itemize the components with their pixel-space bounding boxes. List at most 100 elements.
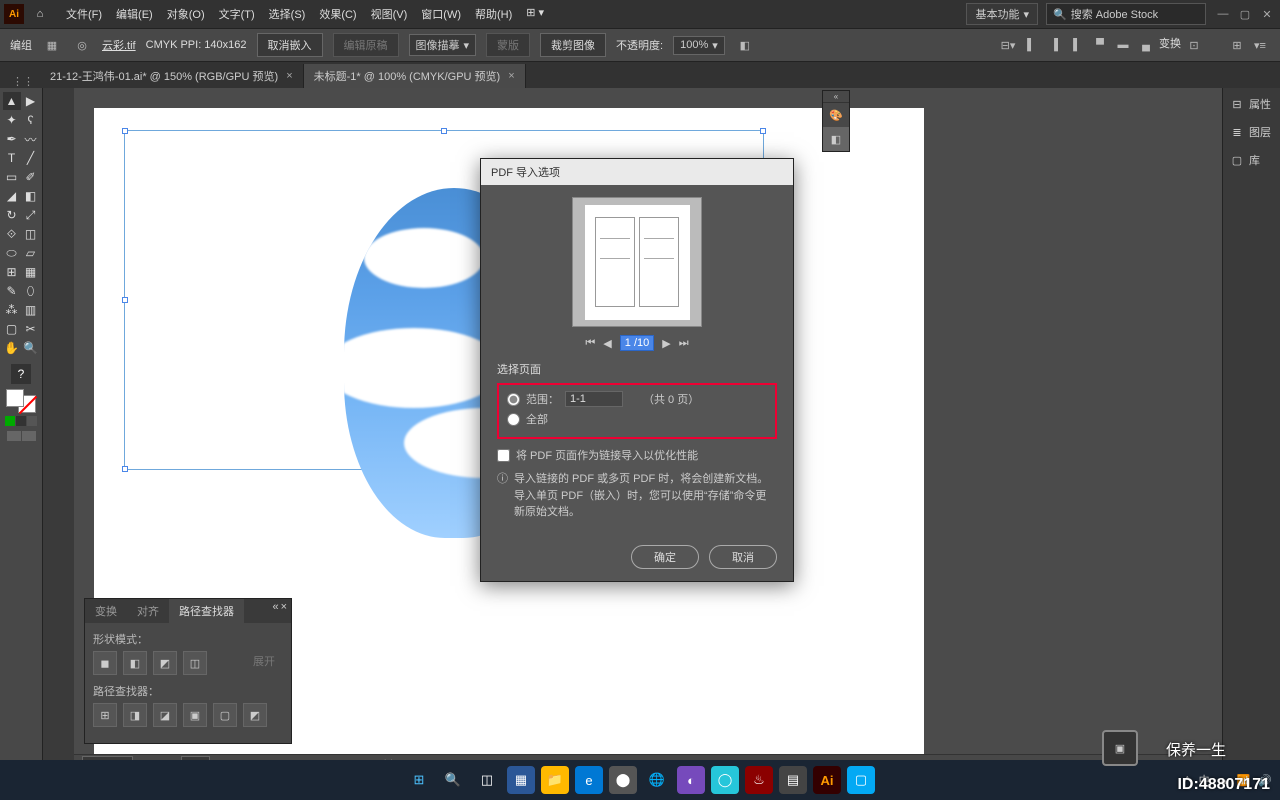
align-tab[interactable]: 对齐 <box>127 599 169 623</box>
collapsed-left-panel[interactable] <box>42 88 74 768</box>
panel-close-icon[interactable]: × <box>281 601 287 621</box>
document-tab-1[interactable]: 21-12-王鸿伟-01.ai* @ 150% (RGB/GPU 预览)× <box>40 64 304 88</box>
rotate-tool[interactable]: ↻ <box>3 206 21 224</box>
range-radio[interactable] <box>507 393 520 406</box>
tab-close-icon[interactable]: × <box>508 70 514 82</box>
outline-icon[interactable]: ▢ <box>213 703 237 727</box>
ok-button[interactable]: 确定 <box>631 545 699 569</box>
trim-icon[interactable]: ◨ <box>123 703 147 727</box>
rectangle-tool[interactable]: ▭ <box>3 168 21 186</box>
app-icon-1[interactable]: ⬤ <box>609 766 637 794</box>
transform-panel-icon[interactable]: ⊡ <box>1184 35 1204 55</box>
workspace-selector[interactable]: 基本功能▾ <box>966 3 1038 25</box>
slice-tool[interactable]: ✂ <box>22 320 40 338</box>
paintbrush-tool[interactable]: ✐ <box>22 168 40 186</box>
selection-tool[interactable]: ▲ <box>3 92 21 110</box>
cancel-embed-button[interactable]: 取消嵌入 <box>257 33 323 57</box>
graph-tool[interactable]: ▥ <box>22 301 40 319</box>
floating-panel-handle[interactable]: « <box>823 91 849 103</box>
arrange-docs-icon[interactable]: ⊞ ▾ <box>522 4 548 24</box>
next-page-icon[interactable]: ▶ <box>662 337 670 350</box>
app-icon-3[interactable]: ◯ <box>711 766 739 794</box>
edge-icon[interactable]: e <box>575 766 603 794</box>
curvature-tool[interactable]: 〰 <box>22 130 40 148</box>
floating-panel[interactable]: « 🎨 ◧ <box>822 90 850 152</box>
type-tool[interactable]: T <box>3 149 21 167</box>
direct-selection-tool[interactable]: ▶ <box>22 92 40 110</box>
collapse-icon[interactable]: « <box>272 601 278 621</box>
shape-builder-tool[interactable]: ⬭ <box>3 244 21 262</box>
app-icon-5[interactable]: ▤ <box>779 766 807 794</box>
first-page-icon[interactable]: ⏮ <box>585 337 595 350</box>
linked-file[interactable]: 云彩.tif <box>102 37 136 53</box>
cancel-button[interactable]: 取消 <box>709 545 777 569</box>
page-indicator[interactable]: 1 /10 <box>620 335 654 351</box>
divide-icon[interactable]: ⊞ <box>93 703 117 727</box>
maximize-icon[interactable]: ▢ <box>1236 5 1254 23</box>
align-bottom-icon[interactable]: ▄ <box>1136 35 1156 55</box>
blend-tool[interactable]: ⬯ <box>22 282 40 300</box>
lasso-tool[interactable]: ʕ <box>22 111 40 129</box>
isolate-icon[interactable]: ⊞ <box>1227 35 1247 55</box>
home-icon[interactable]: ⌂ <box>30 4 50 24</box>
search-taskbar-icon[interactable]: 🔍 <box>439 766 467 794</box>
tab-close-icon[interactable]: × <box>286 70 292 82</box>
mesh-tool[interactable]: ⊞ <box>3 263 21 281</box>
align-left-icon[interactable]: ▌ <box>1021 35 1041 55</box>
widgets-icon[interactable]: ▦ <box>507 766 535 794</box>
app-icon-4[interactable]: ♨ <box>745 766 773 794</box>
app-icon-6[interactable]: ▢ <box>847 766 875 794</box>
embed-icon[interactable]: ◎ <box>72 35 92 55</box>
chrome-icon[interactable]: 🌐 <box>643 766 671 794</box>
menu-view[interactable]: 视图(V) <box>367 4 412 24</box>
minus-front-icon[interactable]: ◧ <box>123 651 147 675</box>
color-panel-icon[interactable]: 🎨 <box>823 103 849 127</box>
align-icon[interactable]: ⊟▾ <box>998 35 1018 55</box>
stock-search[interactable]: 🔍搜索 Adobe Stock <box>1046 3 1206 25</box>
color-mode-row[interactable] <box>5 416 37 426</box>
pathfinder-tab[interactable]: 路径查找器 <box>169 599 244 623</box>
transform-label[interactable]: 变换 <box>1159 35 1181 55</box>
transform-tab[interactable]: 变换 <box>85 599 127 623</box>
fill-stroke-swatch[interactable] <box>6 389 36 413</box>
prev-page-icon[interactable]: ◀ <box>603 337 611 350</box>
merge-icon[interactable]: ◪ <box>153 703 177 727</box>
libraries-panel-tab[interactable]: ▢库 <box>1227 150 1276 170</box>
line-tool[interactable]: ╱ <box>22 149 40 167</box>
minimize-icon[interactable]: — <box>1214 5 1232 23</box>
opacity-input[interactable]: 100%▾ <box>673 36 725 55</box>
document-tab-2[interactable]: 未标题-1* @ 100% (CMYK/GPU 预览)× <box>304 64 526 88</box>
explorer-icon[interactable]: 📁 <box>541 766 569 794</box>
gradient-tool[interactable]: ▦ <box>22 263 40 281</box>
magic-wand-tool[interactable]: ✦ <box>3 111 21 129</box>
symbol-sprayer-tool[interactable]: ⁂ <box>3 301 21 319</box>
artboard-tool[interactable]: ▢ <box>3 320 21 338</box>
hand-tool[interactable]: ✋ <box>3 339 21 357</box>
align-top-icon[interactable]: ▀ <box>1090 35 1110 55</box>
align-right-icon[interactable]: ▌ <box>1067 35 1087 55</box>
free-transform-tool[interactable]: ◫ <box>22 225 40 243</box>
crop-pf-icon[interactable]: ▣ <box>183 703 207 727</box>
menu-file[interactable]: 文件(F) <box>62 4 106 24</box>
exclude-icon[interactable]: ◫ <box>183 651 207 675</box>
start-icon[interactable]: ⊞ <box>405 766 433 794</box>
crop-button[interactable]: 裁剪图像 <box>540 33 606 57</box>
align-center-icon[interactable]: ▐ <box>1044 35 1064 55</box>
unite-icon[interactable]: ◼ <box>93 651 117 675</box>
menu-window[interactable]: 窗口(W) <box>417 4 465 24</box>
all-radio[interactable] <box>507 413 520 426</box>
range-input[interactable] <box>565 391 623 407</box>
taskview-icon[interactable]: ◫ <box>473 766 501 794</box>
style-icon[interactable]: ◧ <box>735 35 755 55</box>
edit-toolbar[interactable]: ? <box>11 364 31 384</box>
close-icon[interactable]: ✕ <box>1258 5 1276 23</box>
menu-type[interactable]: 文字(T) <box>215 4 259 24</box>
last-page-icon[interactable]: ⏭ <box>679 337 689 350</box>
swatch-panel-icon[interactable]: ◧ <box>823 127 849 151</box>
pen-tool[interactable]: ✒ <box>3 130 21 148</box>
eyedropper-tool[interactable]: ✎ <box>3 282 21 300</box>
perspective-tool[interactable]: ▱ <box>22 244 40 262</box>
minus-back-icon[interactable]: ◩ <box>243 703 267 727</box>
link-pages-checkbox[interactable] <box>497 449 510 462</box>
menu-help[interactable]: 帮助(H) <box>471 4 516 24</box>
